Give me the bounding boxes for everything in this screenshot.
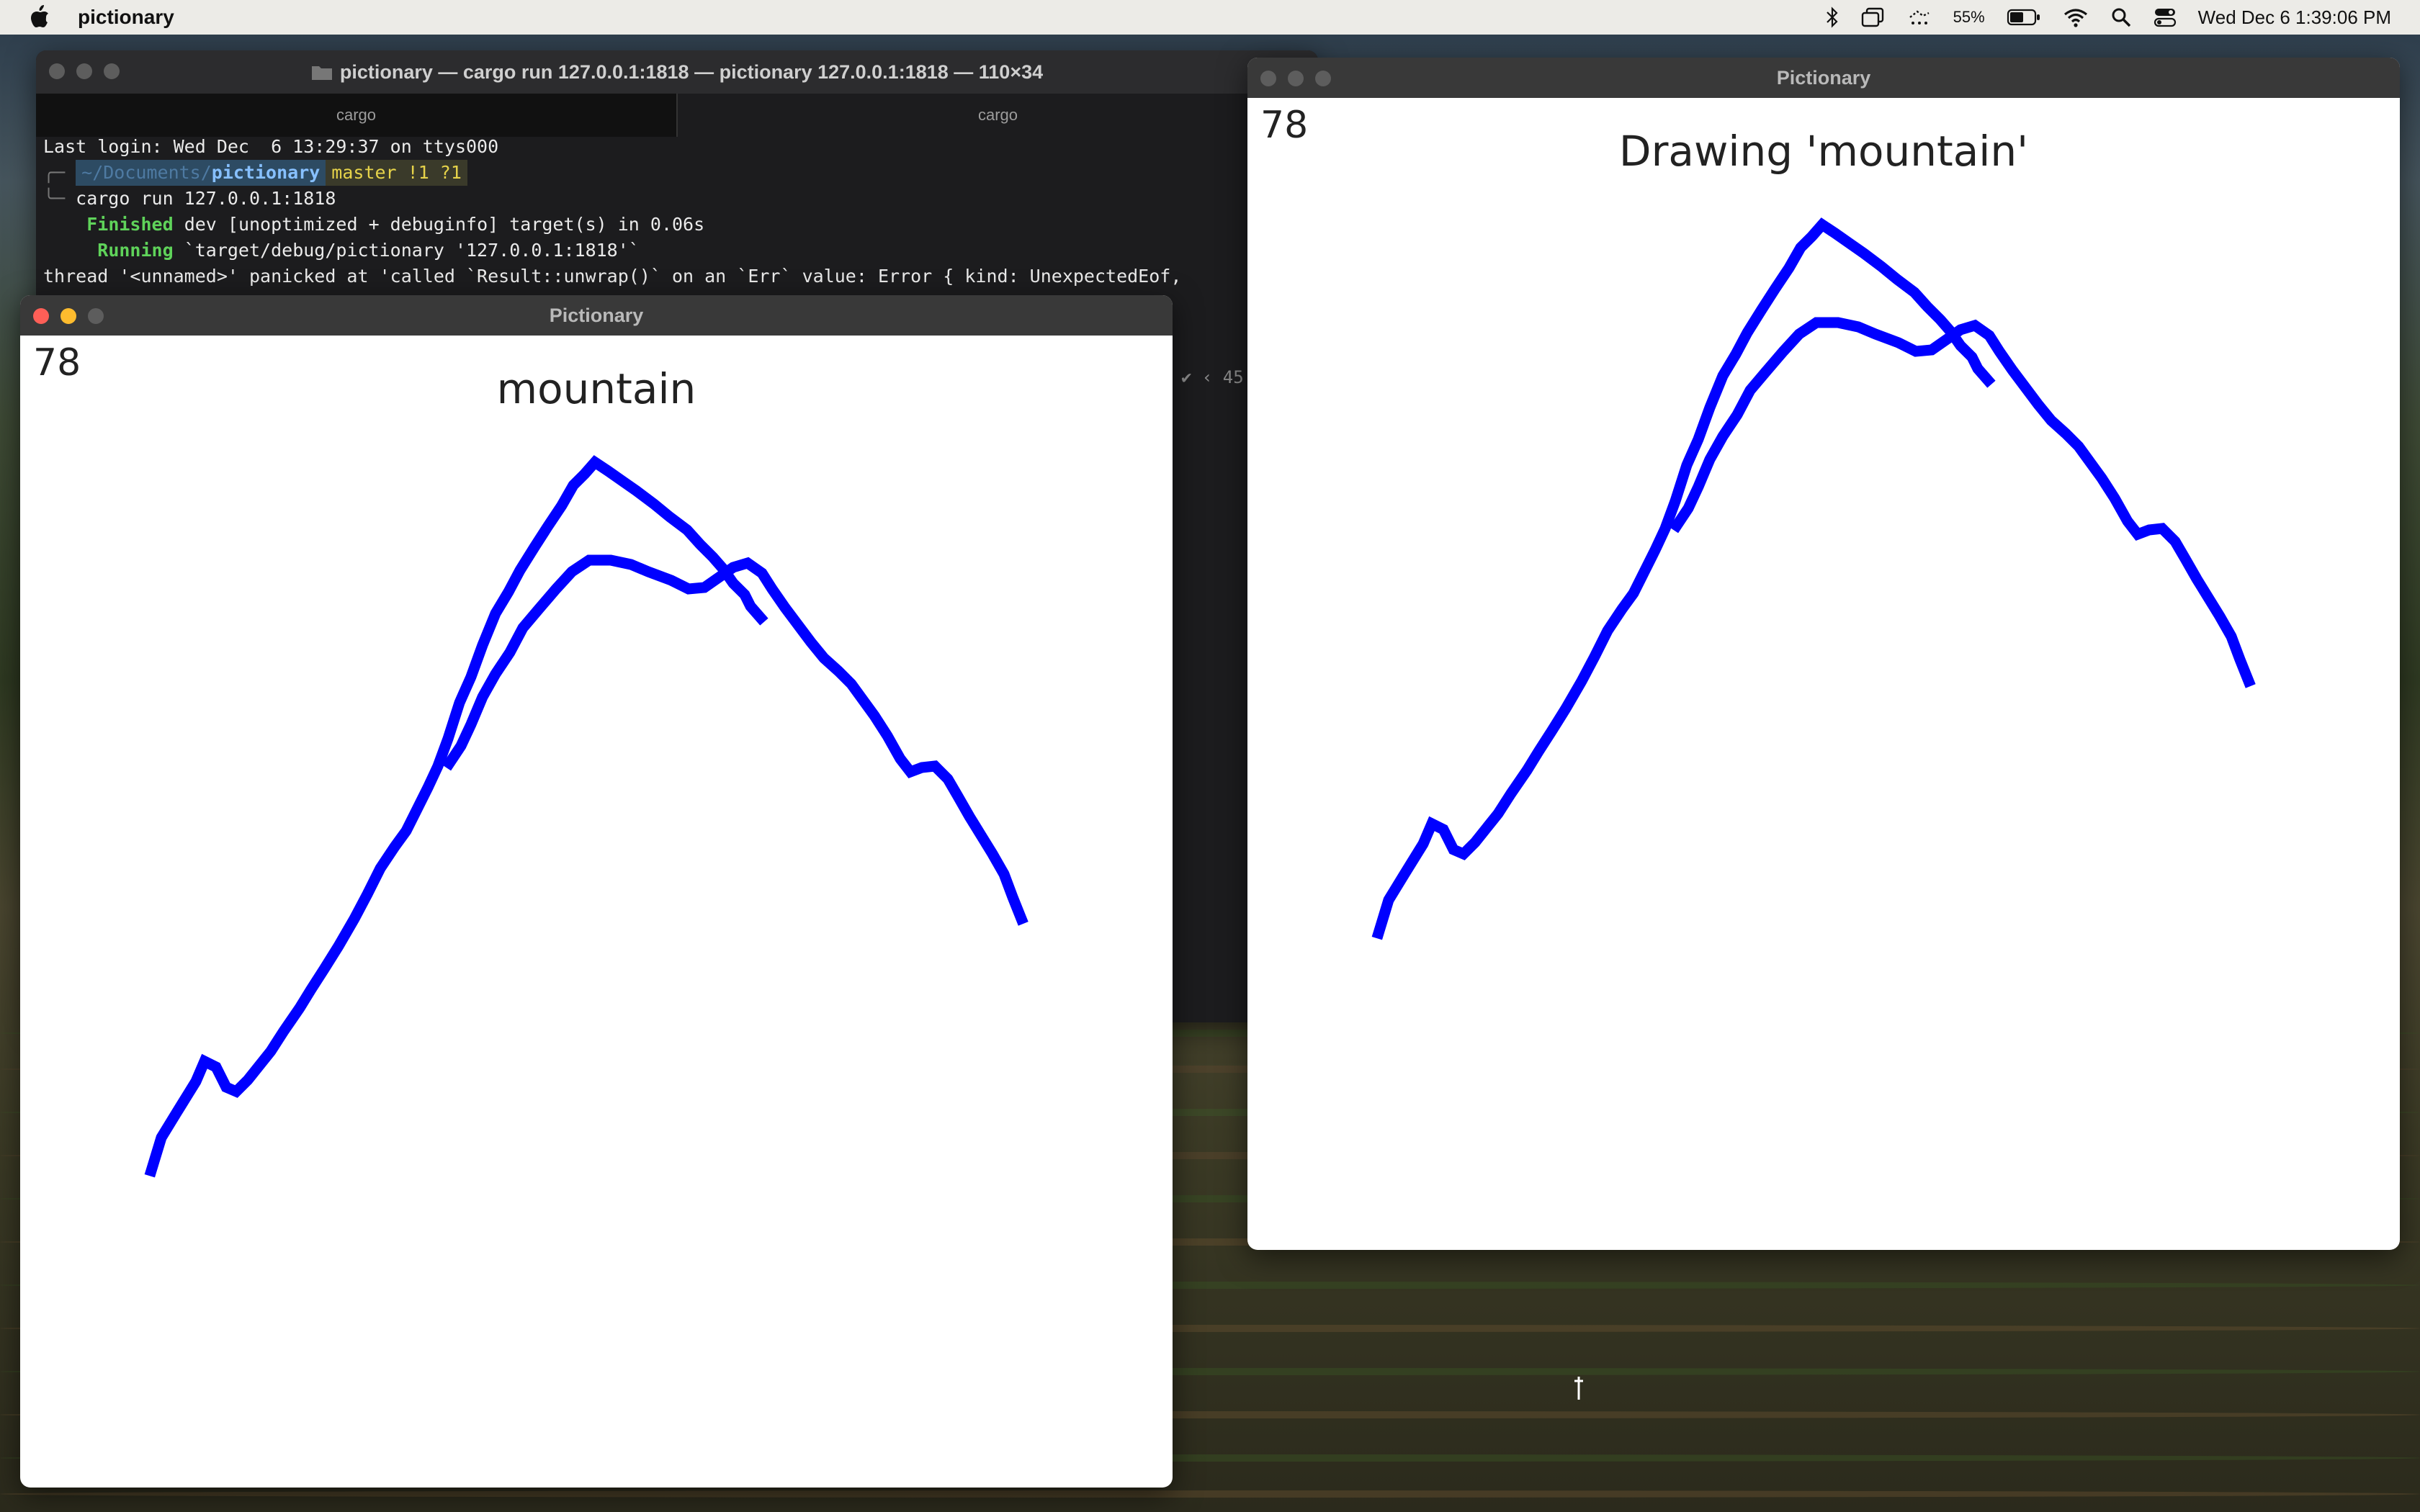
prompt-directory: ~/Documents/pictionary	[76, 160, 326, 186]
app-menu-name[interactable]: pictionary	[78, 6, 174, 29]
terminal-title: pictionary — cargo run 127.0.0.1:1818 — …	[339, 60, 1044, 83]
terminal-line-finished: Finished dev [unoptimized + debuginfo] t…	[86, 214, 705, 235]
close-button[interactable]	[1260, 71, 1276, 86]
window-titlebar[interactable]: Pictionary	[20, 295, 1173, 336]
minimize-button[interactable]	[1288, 71, 1304, 86]
wifi-icon[interactable]	[2063, 7, 2089, 27]
zoom-button[interactable]	[88, 308, 104, 324]
minimize-button[interactable]	[76, 63, 92, 79]
stage-manager-icon[interactable]	[1907, 7, 1932, 27]
search-icon[interactable]	[2110, 6, 2132, 28]
terminal-output[interactable]: Last login: Wed Dec 6 13:29:37 on ttys00…	[43, 134, 1318, 289]
drawing-canvas[interactable]	[1247, 98, 2400, 1250]
pictionary-window-guesser: Pictionary 78 mountain	[20, 295, 1173, 1488]
mountain-inner-stroke	[442, 554, 1028, 926]
drawing-canvas[interactable]	[20, 336, 1173, 1488]
terminal-titlebar[interactable]: pictionary — cargo run 127.0.0.1:1818 — …	[36, 50, 1318, 94]
terminal-line-login: Last login: Wed Dec 6 13:29:37 on ttys00…	[43, 136, 499, 157]
window-title: Pictionary	[549, 304, 644, 326]
apple-icon[interactable]	[29, 4, 50, 29]
terminal-line-command: ╰─ cargo run 127.0.0.1:1818	[43, 188, 336, 209]
mountain-outer-stroke	[144, 455, 768, 1178]
folder-icon	[311, 66, 332, 80]
bluetooth-icon[interactable]	[1825, 6, 1839, 28]
terminal-side-fragment: ✔ ‹ 45	[1181, 367, 1244, 387]
terminal-line-panic: thread '<unnamed>' panicked at 'called `…	[43, 266, 1182, 287]
pictionary-window-drawer: Pictionary 78 Drawing 'mountain'	[1247, 58, 2400, 1250]
terminal-tab[interactable]: cargo	[676, 94, 1318, 137]
terminal-line-prompt: ╭─ ~/Documents/pictionary master !1 ?1	[43, 160, 1318, 186]
zoom-button[interactable]	[104, 63, 120, 79]
close-button[interactable]	[49, 63, 65, 79]
menu-bar: pictionary 55% Wed Dec 6 1:39:06 PM	[0, 0, 2420, 35]
prompt-git-status: master !1 ?1	[326, 160, 467, 186]
battery-icon[interactable]	[2007, 8, 2041, 27]
mountain-outer-stroke	[1371, 217, 1996, 940]
zoom-button[interactable]	[1315, 71, 1331, 86]
control-center-icon[interactable]	[2154, 6, 2177, 28]
window-icon[interactable]	[1861, 7, 1886, 27]
window-titlebar[interactable]: Pictionary	[1247, 58, 2400, 98]
terminal-line-running: Running `target/debug/pictionary '127.0.…	[97, 240, 640, 261]
battery-percent: 55%	[1953, 8, 1985, 26]
window-title: Pictionary	[1776, 66, 1871, 89]
terminal-tab-bar: cargo cargo	[36, 94, 1318, 137]
terminal-tab[interactable]: cargo	[36, 94, 676, 137]
mountain-inner-stroke	[1669, 317, 2256, 688]
cursor-icon	[1574, 1377, 1583, 1400]
minimize-button[interactable]	[60, 308, 76, 324]
close-button[interactable]	[33, 308, 49, 324]
clock[interactable]: Wed Dec 6 1:39:06 PM	[2198, 6, 2391, 29]
